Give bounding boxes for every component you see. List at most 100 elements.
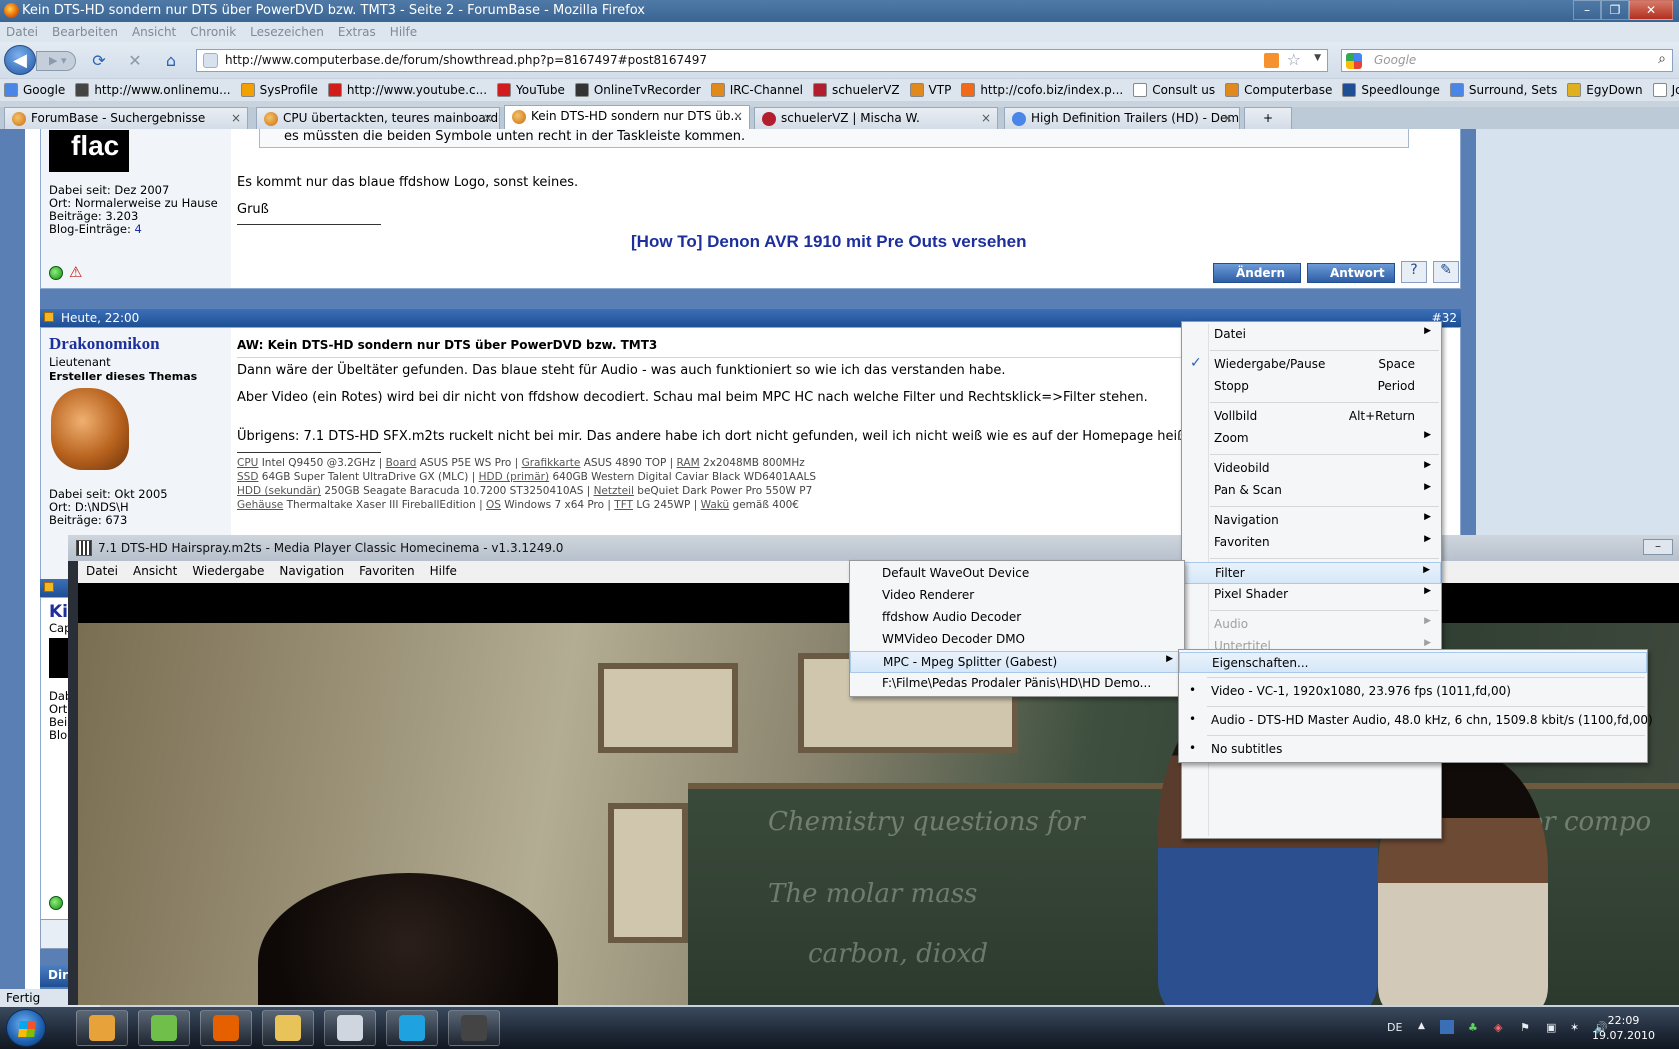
bookmark-item[interactable]: Joppertown - Rudi's H... <box>1652 83 1679 97</box>
taskbar-skype-button[interactable] <box>386 1010 438 1046</box>
search-input[interactable]: Google ⌕ <box>1341 49 1673 72</box>
url-dropdown-icon[interactable]: ▼ <box>1314 53 1321 63</box>
multiquote-icon[interactable]: ✎ <box>1433 261 1459 283</box>
blog-entries-link[interactable]: 4 <box>135 222 142 236</box>
bookmark-item[interactable]: http://www.youtube.c... <box>327 83 487 97</box>
menu-item-wiedergabe-pause[interactable]: ✓ Wiedergabe/Pause Space <box>1182 354 1441 376</box>
bookmark-item[interactable]: YouTube <box>497 83 565 97</box>
spec-key-link[interactable]: RAM <box>677 457 700 469</box>
spec-key-link[interactable]: TFT <box>614 499 633 511</box>
menu-item-eigenschaften[interactable]: Eigenschaften... <box>1179 652 1647 673</box>
menu-item-f-filme-pedas-prodaler-p-nis-hd-hd-demo[interactable]: F:\Filme\Pedas Prodaler Pänis\HD\HD Demo… <box>850 673 1184 695</box>
spec-key-link[interactable]: Netzteil <box>594 485 634 497</box>
menu-lesezeichen[interactable]: Lesezeichen <box>250 25 324 39</box>
edit-button[interactable]: Ändern <box>1213 263 1301 283</box>
google-engine-icon[interactable] <box>1346 53 1362 69</box>
bookmark-item[interactable]: Google <box>4 83 65 97</box>
tab-suchergebnisse[interactable]: ForumBase - Suchergebnisse × <box>4 107 248 129</box>
bookmark-star-icon[interactable]: ☆ <box>1287 50 1301 69</box>
menu-item-ffdshow-audio-decoder[interactable]: ffdshow Audio Decoder <box>850 607 1184 629</box>
taskbar-explorer-button[interactable] <box>262 1010 314 1046</box>
spec-key-link[interactable]: SSD <box>237 471 258 483</box>
tray-ffdshow-icon[interactable] <box>1440 1020 1454 1034</box>
home-icon[interactable]: ⌂ <box>162 52 180 70</box>
url-bar[interactable]: http://www.computerbase.de/forum/showthr… <box>196 49 1328 72</box>
start-button[interactable] <box>6 1009 46 1047</box>
bookmark-item[interactable]: VTP <box>909 83 951 97</box>
menu-item-videobild[interactable]: Videobild ▶ <box>1182 458 1441 480</box>
tab-close-icon[interactable]: × <box>733 109 743 123</box>
tray-antivirus-icon[interactable]: ✶ <box>1570 1021 1579 1034</box>
menu-item-zoom[interactable]: Zoom ▶ <box>1182 428 1441 450</box>
mpc-menu-wiedergabe[interactable]: Wiedergabe <box>192 564 264 583</box>
bookmark-item[interactable]: Consult us <box>1133 83 1215 97</box>
spec-key-link[interactable]: Grafikkarte <box>522 457 581 469</box>
maximize-button[interactable]: ❐ <box>1601 0 1629 20</box>
taskbar-firefox-button[interactable] <box>200 1010 252 1046</box>
bookmark-item[interactable]: IRC-Channel <box>710 83 803 97</box>
menu-item-pan-scan[interactable]: Pan & Scan ▶ <box>1182 480 1441 502</box>
direct-reply-button[interactable]: Dir <box>40 965 70 987</box>
back-button[interactable]: ◀ <box>4 45 36 75</box>
menu-item-favoriten[interactable]: Favoriten ▶ <box>1182 532 1441 554</box>
tab-schuelervz[interactable]: schuelerVZ | Mischa W. × <box>754 107 998 129</box>
menu-item-wmvideo-decoder-dmo[interactable]: WMVideo Decoder DMO <box>850 629 1184 651</box>
bookmark-item[interactable]: http://cofo.biz/index.p... <box>961 83 1123 97</box>
tray-device-icon[interactable]: ▣ <box>1546 1021 1556 1034</box>
tab-close-icon[interactable]: × <box>231 111 241 125</box>
menu-bearbeiten[interactable]: Bearbeiten <box>52 25 118 39</box>
menu-item-video-vc-1-1920x1080-23-976-fps-1011-fd-00[interactable]: • Video - VC-1, 1920x1080, 23.976 fps (10… <box>1179 681 1647 702</box>
menu-item-vollbild[interactable]: Vollbild Alt+Return <box>1182 406 1441 428</box>
bookmark-item[interactable]: OnlineTvRecorder <box>574 83 701 97</box>
mpc-minimize-button[interactable]: – <box>1643 539 1673 555</box>
tab-close-icon[interactable]: × <box>1223 111 1233 125</box>
rss-feed-icon[interactable] <box>1264 53 1279 68</box>
spec-key-link[interactable]: Board <box>386 457 417 469</box>
menu-extras[interactable]: Extras <box>338 25 376 39</box>
username-link[interactable]: Ki <box>49 602 68 622</box>
tray-network-icon[interactable]: ♣ <box>1468 1021 1478 1034</box>
bookmark-item[interactable]: EgyDown <box>1567 83 1643 97</box>
search-icon[interactable]: ⌕ <box>1658 51 1666 67</box>
menu-item-mpc-mpeg-splitter-gabest[interactable]: MPC - Mpeg Splitter (Gabest) ▶ <box>850 651 1184 673</box>
bookmark-item[interactable]: Surround, Sets <box>1449 83 1557 97</box>
menu-item-stopp[interactable]: Stopp Period <box>1182 376 1441 398</box>
reply-button[interactable]: Antwort <box>1307 263 1395 283</box>
quote-reply-icon[interactable]: ? <box>1401 261 1427 283</box>
tab-hd-trailers[interactable]: High Definition Trailers (HD) - Dem... × <box>1004 107 1240 129</box>
menu-item-default-waveout-device[interactable]: Default WaveOut Device <box>850 563 1184 585</box>
bookmark-item[interactable]: SysProfile <box>240 83 318 97</box>
spec-key-link[interactable]: HDD (primär) <box>479 471 549 483</box>
spec-key-link[interactable]: OS <box>486 499 501 511</box>
reload-icon[interactable]: ⟳ <box>90 52 108 70</box>
post-action-icon[interactable] <box>40 919 70 949</box>
report-post-icon[interactable]: ⚠ <box>69 263 82 281</box>
spec-key-link[interactable]: Gehäuse <box>237 499 283 511</box>
bookmark-item[interactable]: Computerbase <box>1225 83 1332 97</box>
language-indicator[interactable]: DE <box>1387 1021 1402 1034</box>
spec-key-link[interactable]: Wakü <box>701 499 730 511</box>
menu-chronik[interactable]: Chronik <box>190 25 236 39</box>
menu-hilfe[interactable]: Hilfe <box>390 25 417 39</box>
menu-item-datei[interactable]: Datei ▶ <box>1182 324 1441 346</box>
tab-close-icon[interactable]: × <box>981 111 991 125</box>
username-link[interactable]: Drakonomikon <box>49 334 160 354</box>
new-tab-button[interactable]: + <box>1244 107 1292 129</box>
menu-item-filter[interactable]: Filter ▶ <box>1182 562 1441 584</box>
forward-button[interactable]: ▶ ▾ <box>36 51 76 71</box>
tab-dts-hd[interactable]: Kein DTS-HD sondern nur DTS üb... × <box>504 105 750 129</box>
taskbar-mpc-hc-button[interactable] <box>448 1010 500 1046</box>
bookmark-item[interactable]: http://www.onlinemu... <box>75 83 231 97</box>
signature-link[interactable]: [How To] Denon AVR 1910 mit Pre Outs ver… <box>631 232 1027 252</box>
menu-ansicht[interactable]: Ansicht <box>132 25 176 39</box>
stop-icon[interactable]: ✕ <box>126 52 144 70</box>
taskbar-network-tool-button[interactable] <box>138 1010 190 1046</box>
menu-item-pixel-shader[interactable]: Pixel Shader ▶ <box>1182 584 1441 606</box>
menu-item-video-renderer[interactable]: Video Renderer <box>850 585 1184 607</box>
tray-flag-icon[interactable]: ⚑ <box>1520 1021 1530 1034</box>
menu-item-audio-dts-hd-master-audio-48-0-khz-6-chn-1509-8-kbit-s-1100-fd-00[interactable]: • Audio - DTS-HD Master Audio, 48.0 kHz, … <box>1179 710 1653 731</box>
menu-item-no-subtitles[interactable]: • No subtitles <box>1179 739 1647 760</box>
mpc-menu-navigation[interactable]: Navigation <box>279 564 344 583</box>
user-avatar[interactable] <box>51 388 129 470</box>
mpc-menu-datei[interactable]: Datei <box>86 564 118 583</box>
